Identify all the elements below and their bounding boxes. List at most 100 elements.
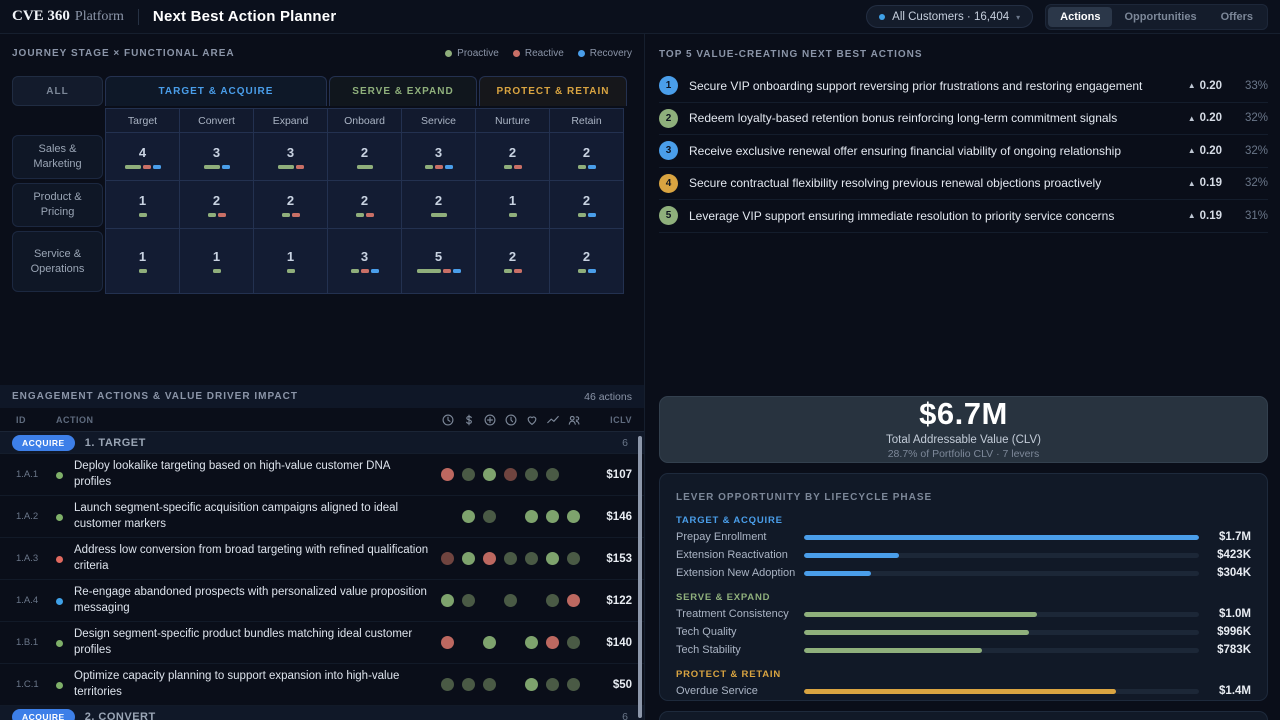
action-row[interactable]: 1.B.1Design segment-specific product bun…	[0, 622, 644, 664]
matrix-cell[interactable]: 1	[106, 181, 180, 229]
rank-badge: 1	[659, 76, 678, 95]
heart-icon	[521, 413, 542, 427]
matrix-col-convert: Convert	[180, 109, 254, 133]
action-iclv: $140	[584, 637, 632, 649]
driver-dot-slot	[542, 678, 563, 691]
segment-reactive	[361, 269, 369, 273]
action-status	[56, 634, 74, 652]
segment-reactive	[218, 213, 226, 217]
matrix-cell[interactable]: 5	[402, 229, 476, 294]
matrix-tab-protect-retain[interactable]: PROTECT & RETAIN	[479, 76, 627, 106]
top5-item[interactable]: 5Leverage VIP support ensuring immediate…	[659, 200, 1268, 233]
lever-row: Overdue Service$1.4M	[676, 682, 1251, 700]
tab-opportunities[interactable]: Opportunities	[1112, 7, 1208, 27]
lever-label: Tech Stability	[676, 644, 804, 656]
matrix-cell[interactable]: 2	[476, 133, 550, 181]
segment-proactive	[578, 165, 586, 169]
matrix-column-cells: TargetConvertExpandOnboardServiceNurture…	[105, 108, 624, 133]
matrix-cell-segments	[139, 269, 147, 273]
driver-dot-g1	[504, 594, 517, 607]
matrix-cell[interactable]: 1	[106, 229, 180, 294]
top5-item[interactable]: 2Redeem loyalty-based retention bonus re…	[659, 103, 1268, 136]
matrix-cell[interactable]: 2	[476, 229, 550, 294]
top5-action-text: Secure contractual flexibility resolving…	[689, 176, 1188, 190]
driver-dot-g1	[483, 510, 496, 523]
action-text: Address low conversion from broad target…	[74, 543, 437, 574]
matrix-col-target: Target	[106, 109, 180, 133]
matrix-cell[interactable]: 2	[550, 229, 624, 294]
driver-dot-slot	[458, 636, 479, 649]
matrix-cell-count: 3	[213, 145, 220, 160]
delta-value: 0.20	[1200, 145, 1222, 157]
driver-dot-slot	[437, 468, 458, 481]
filter-status-dot	[879, 14, 885, 20]
segment-proactive	[417, 269, 441, 273]
top5-percent: 33%	[1238, 80, 1268, 92]
action-row[interactable]: 1.A.4Re-engage abandoned prospects with …	[0, 580, 644, 622]
matrix-col-retain: Retain	[550, 109, 624, 133]
lever-row: Extension New Adoption$304K	[676, 564, 1251, 582]
matrix-cell[interactable]: 2	[254, 181, 328, 229]
action-row[interactable]: 1.A.1Deploy lookalike targeting based on…	[0, 454, 644, 496]
status-dot-green	[56, 640, 63, 647]
matrix-cell-segments	[578, 165, 596, 169]
matrix-cell-segments	[213, 269, 221, 273]
matrix-tab-target-acquire[interactable]: TARGET & ACQUIRE	[105, 76, 327, 106]
matrix-cell[interactable]: 2	[180, 181, 254, 229]
top5-percent: 32%	[1238, 145, 1268, 157]
right-column: TOP 5 VALUE-CREATING NEXT BEST ACTIONS 1…	[645, 34, 1280, 720]
driver-dot-g2	[525, 678, 538, 691]
driver-dot-slot	[500, 636, 521, 649]
brand-suffix: Platform	[75, 9, 124, 25]
tab-actions[interactable]: Actions	[1048, 7, 1112, 27]
matrix-cell[interactable]: 3	[254, 133, 328, 181]
segment-proactive	[139, 213, 147, 217]
lever-row: Treatment Consistency$1.0M	[676, 605, 1251, 623]
driver-dot-g1	[567, 552, 580, 565]
matrix-cell[interactable]: 1	[254, 229, 328, 294]
delta-value: 0.20	[1200, 112, 1222, 124]
top5-item[interactable]: 4Secure contractual flexibility resolvin…	[659, 168, 1268, 201]
tab-offers[interactable]: Offers	[1209, 7, 1265, 27]
lever-value: $996K	[1199, 626, 1251, 638]
lever-label: Extension Reactivation	[676, 549, 804, 561]
action-iclv: $146	[584, 511, 632, 523]
matrix-tab-all[interactable]: ALL	[12, 76, 103, 106]
action-id: 1.A.4	[16, 595, 56, 606]
matrix-cell[interactable]: 3	[328, 229, 402, 294]
matrix-cell-segments	[204, 165, 230, 169]
matrix-cell[interactable]: 3	[402, 133, 476, 181]
status-dot-green	[56, 472, 63, 479]
action-row[interactable]: 1.C.1Optimize capacity planning to suppo…	[0, 664, 644, 706]
customer-filter-dropdown[interactable]: All Customers · 16,404 ▾	[866, 5, 1033, 28]
lever-bar-fill	[804, 553, 899, 558]
matrix-cell[interactable]: 3	[180, 133, 254, 181]
top5-percent: 32%	[1238, 112, 1268, 124]
matrix-cell[interactable]: 4	[106, 133, 180, 181]
lever-label: Extension New Adoption	[676, 567, 804, 579]
section-label: 1. TARGET	[85, 437, 622, 449]
action-row[interactable]: 1.A.3Address low conversion from broad t…	[0, 538, 644, 580]
scrollbar-thumb[interactable]	[638, 436, 642, 718]
matrix-cell[interactable]: 2	[328, 133, 402, 181]
matrix-cell[interactable]: 1	[180, 229, 254, 294]
dollar-icon	[458, 413, 479, 427]
driver-dot-slot	[563, 594, 584, 607]
matrix-cell[interactable]: 2	[402, 181, 476, 229]
action-row[interactable]: 1.A.2Launch segment-specific acquisition…	[0, 496, 644, 538]
segment-recovery	[222, 165, 230, 169]
matrix-cell[interactable]: 2	[328, 181, 402, 229]
matrix-cell-count: 3	[361, 249, 368, 264]
top5-item[interactable]: 1Secure VIP onboarding support reversing…	[659, 70, 1268, 103]
value-driver-dots	[437, 678, 584, 691]
matrix-cell-count: 2	[435, 193, 442, 208]
matrix-cell[interactable]: 1	[476, 181, 550, 229]
driver-dot-g2	[483, 636, 496, 649]
driver-dot-g1	[462, 678, 475, 691]
matrix-tab-serve-expand[interactable]: SERVE & EXPAND	[329, 76, 477, 106]
driver-dot-slot	[479, 636, 500, 649]
matrix-cell[interactable]: 2	[550, 133, 624, 181]
matrix-cell[interactable]: 2	[550, 181, 624, 229]
segment-recovery	[588, 269, 596, 273]
top5-item[interactable]: 3Receive exclusive renewal offer ensurin…	[659, 135, 1268, 168]
